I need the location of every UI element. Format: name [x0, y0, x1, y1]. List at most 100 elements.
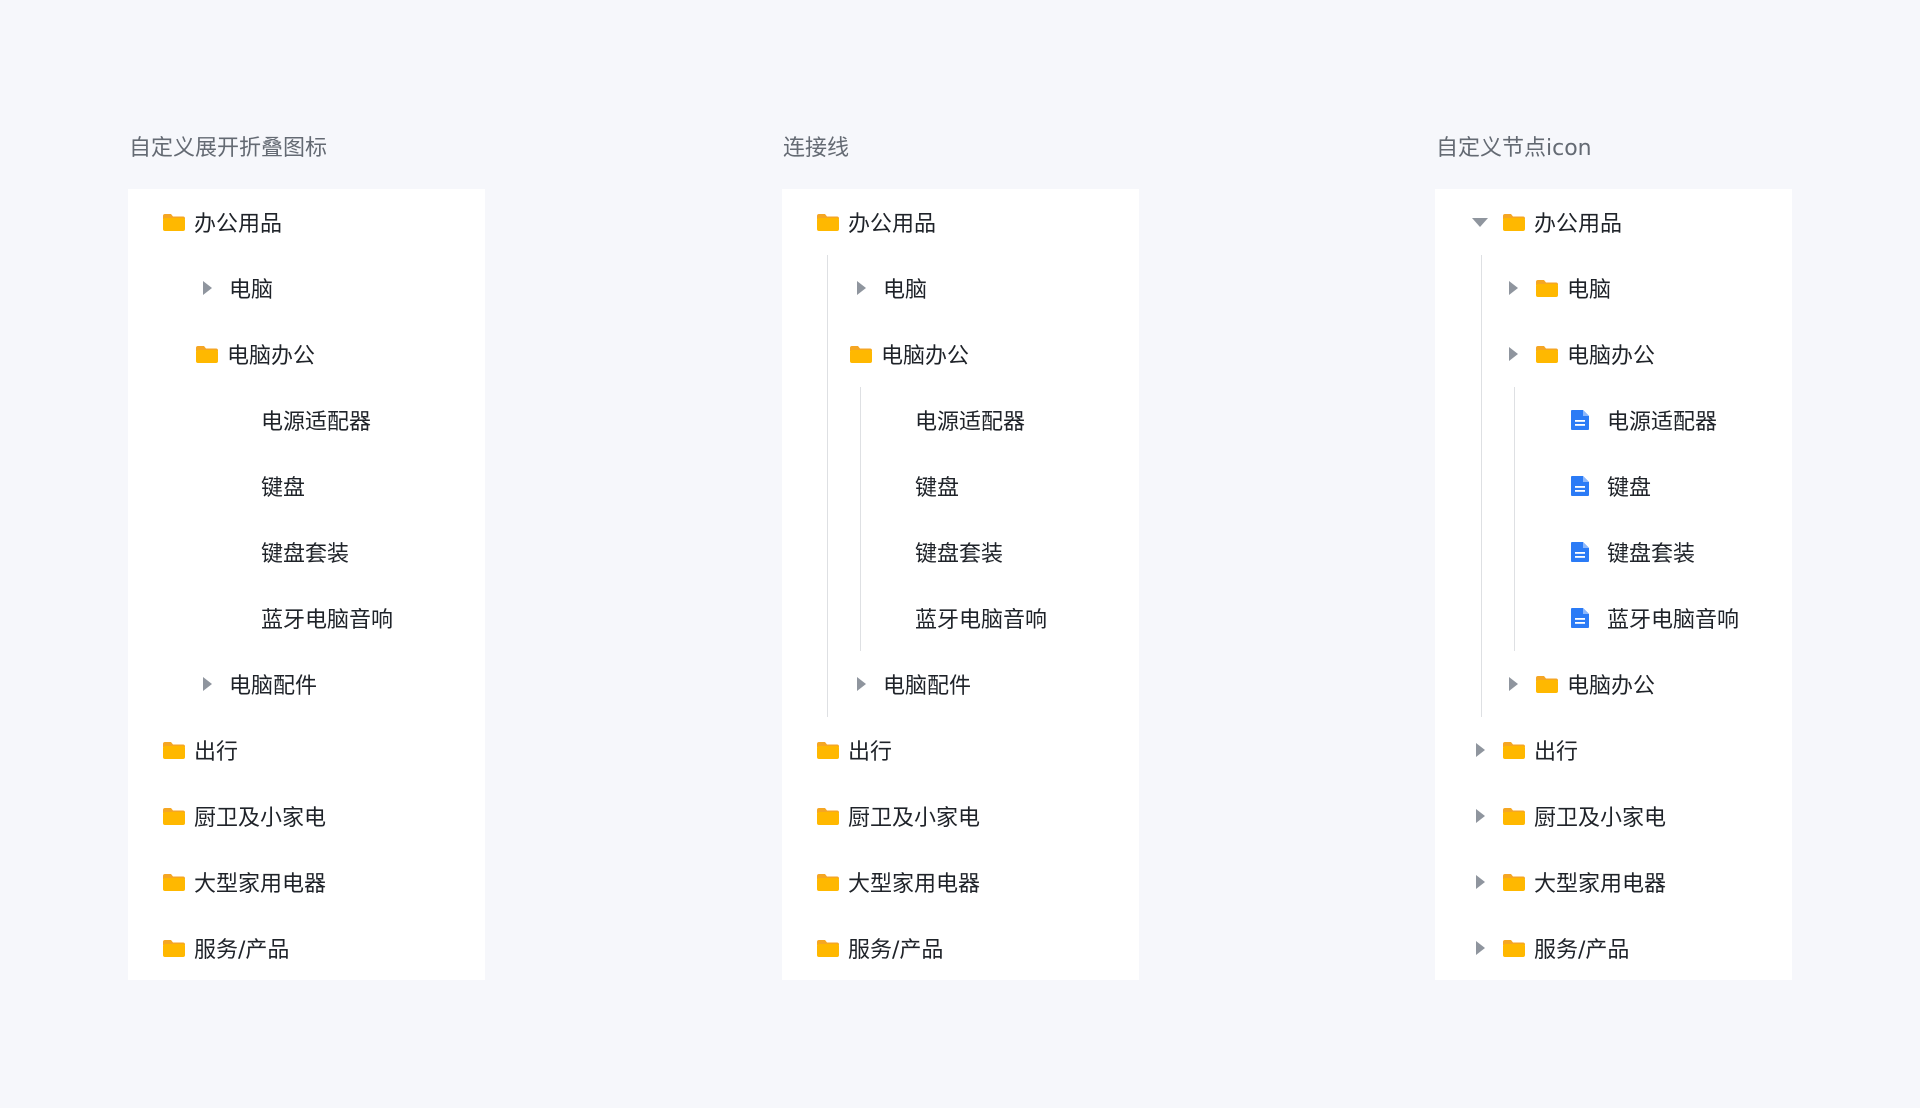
- node-label: 服务/产品: [194, 938, 290, 963]
- node-label: 电脑办公: [881, 344, 970, 369]
- tree-node-office-supplies[interactable]: 办公用品: [162, 189, 282, 255]
- node-label: 大型家用电器: [848, 872, 981, 897]
- folder-icon: [162, 741, 186, 760]
- document-icon: [1570, 475, 1590, 497]
- tree-node-keyboard[interactable]: 键盘: [261, 453, 305, 519]
- expand-arrow-icon[interactable]: [1476, 875, 1485, 889]
- tree-node-pc-office[interactable]: 电脑办公: [195, 321, 315, 387]
- folder-icon: [816, 939, 840, 958]
- node-label: 办公用品: [848, 212, 937, 237]
- tree-panel: 办公用品 电脑 电脑办公 电源适配器 键盘 键盘套装 蓝牙电脑音响 电脑办公 出…: [1435, 189, 1792, 980]
- folder-icon: [816, 807, 840, 826]
- tree-node-power-adapter[interactable]: 电源适配器: [261, 387, 371, 453]
- tree-node-bt-speaker[interactable]: 蓝牙电脑音响: [1570, 585, 1739, 651]
- connector-line: [1514, 387, 1515, 651]
- tree-node-office-supplies[interactable]: 办公用品: [816, 189, 936, 255]
- node-label: 办公用品: [1534, 212, 1623, 237]
- node-label: 蓝牙电脑音响: [261, 608, 394, 633]
- tree-node-kitchen[interactable]: 厨卫及小家电: [816, 783, 980, 849]
- expand-arrow-icon[interactable]: [857, 677, 866, 691]
- node-label: 大型家用电器: [194, 872, 327, 897]
- folder-icon: [195, 345, 219, 364]
- node-label: 办公用品: [194, 212, 283, 237]
- folder-icon: [1502, 807, 1526, 826]
- tree-node-travel[interactable]: 出行: [1476, 717, 1578, 783]
- node-label: 键盘: [915, 476, 960, 501]
- node-label: 电脑办公: [1567, 674, 1656, 699]
- tree-node-service[interactable]: 服务/产品: [1476, 915, 1629, 981]
- node-label: 电脑: [229, 278, 274, 303]
- tree-node-service[interactable]: 服务/产品: [162, 915, 289, 981]
- node-label: 蓝牙电脑音响: [1607, 608, 1740, 633]
- tree-node-pc-office[interactable]: 电脑办公: [849, 321, 969, 387]
- expand-arrow-icon[interactable]: [1476, 743, 1485, 757]
- tree-node-keyboard-set[interactable]: 键盘套装: [915, 519, 1003, 585]
- tree-node-travel[interactable]: 出行: [816, 717, 892, 783]
- node-label: 服务/产品: [848, 938, 944, 963]
- node-label: 出行: [848, 740, 893, 765]
- expand-arrow-icon[interactable]: [857, 281, 866, 295]
- node-label: 电源适配器: [1607, 410, 1718, 435]
- tree-node-pc[interactable]: 电脑: [857, 255, 927, 321]
- tree-node-service[interactable]: 服务/产品: [816, 915, 943, 981]
- tree-node-large-appliance[interactable]: 大型家用电器: [162, 849, 326, 915]
- node-label: 键盘: [261, 476, 306, 501]
- tree-node-kitchen[interactable]: 厨卫及小家电: [162, 783, 326, 849]
- node-label: 蓝牙电脑音响: [915, 608, 1048, 633]
- expand-arrow-icon[interactable]: [1509, 347, 1518, 361]
- tree-node-pc[interactable]: 电脑: [203, 255, 273, 321]
- node-label: 键盘套装: [1607, 542, 1696, 567]
- tree-node-keyboard[interactable]: 键盘: [915, 453, 959, 519]
- folder-icon: [816, 873, 840, 892]
- tree-node-pc-parts[interactable]: 电脑配件: [857, 651, 971, 717]
- folder-icon: [1535, 675, 1559, 694]
- tree-node-keyboard-set[interactable]: 键盘套装: [1570, 519, 1695, 585]
- folder-icon: [162, 873, 186, 892]
- expand-arrow-icon[interactable]: [203, 281, 212, 295]
- folder-icon: [816, 213, 840, 232]
- node-label: 键盘: [1607, 476, 1652, 501]
- node-label: 电脑配件: [883, 674, 972, 699]
- node-label: 电脑: [1567, 278, 1612, 303]
- node-label: 电源适配器: [261, 410, 372, 435]
- tree-node-pc-office-2[interactable]: 电脑办公: [1509, 651, 1655, 717]
- tree-node-pc-office[interactable]: 电脑办公: [1509, 321, 1655, 387]
- section-title: 自定义节点icon: [1436, 136, 1592, 161]
- tree-node-kitchen[interactable]: 厨卫及小家电: [1476, 783, 1666, 849]
- node-label: 键盘套装: [915, 542, 1004, 567]
- folder-icon: [162, 213, 186, 232]
- tree-node-large-appliance[interactable]: 大型家用电器: [816, 849, 980, 915]
- tree-node-travel[interactable]: 出行: [162, 717, 238, 783]
- expand-arrow-icon[interactable]: [1509, 281, 1518, 295]
- node-label: 大型家用电器: [1534, 872, 1667, 897]
- folder-icon: [1535, 279, 1559, 298]
- collapse-arrow-icon[interactable]: [1472, 217, 1488, 227]
- folder-icon: [1502, 741, 1526, 760]
- node-label: 厨卫及小家电: [848, 806, 981, 831]
- section-title: 连接线: [783, 136, 850, 161]
- folder-icon: [162, 939, 186, 958]
- tree-node-keyboard[interactable]: 键盘: [1570, 453, 1651, 519]
- tree-node-power-adapter[interactable]: 电源适配器: [915, 387, 1025, 453]
- node-label: 键盘套装: [261, 542, 350, 567]
- tree-node-bt-speaker[interactable]: 蓝牙电脑音响: [915, 585, 1047, 651]
- node-label: 出行: [1534, 740, 1579, 765]
- expand-arrow-icon[interactable]: [1509, 677, 1518, 691]
- folder-icon: [849, 345, 873, 364]
- connector-line: [827, 255, 828, 717]
- tree-node-keyboard-set[interactable]: 键盘套装: [261, 519, 349, 585]
- connector-line: [1481, 255, 1482, 717]
- expand-arrow-icon[interactable]: [1476, 809, 1485, 823]
- tree-node-pc[interactable]: 电脑: [1509, 255, 1611, 321]
- tree-node-power-adapter[interactable]: 电源适配器: [1570, 387, 1717, 453]
- folder-icon: [162, 807, 186, 826]
- tree-node-office-supplies[interactable]: 办公用品: [1472, 189, 1622, 255]
- document-icon: [1570, 607, 1590, 629]
- tree-node-large-appliance[interactable]: 大型家用电器: [1476, 849, 1666, 915]
- tree-node-bt-speaker[interactable]: 蓝牙电脑音响: [261, 585, 393, 651]
- folder-icon: [1502, 213, 1526, 232]
- tree-node-pc-parts[interactable]: 电脑配件: [203, 651, 317, 717]
- tree-panel: 办公用品 电脑 电脑办公 电源适配器 键盘 键盘套装 蓝牙电脑音响 电脑配件 出…: [782, 189, 1139, 980]
- expand-arrow-icon[interactable]: [203, 677, 212, 691]
- expand-arrow-icon[interactable]: [1476, 941, 1485, 955]
